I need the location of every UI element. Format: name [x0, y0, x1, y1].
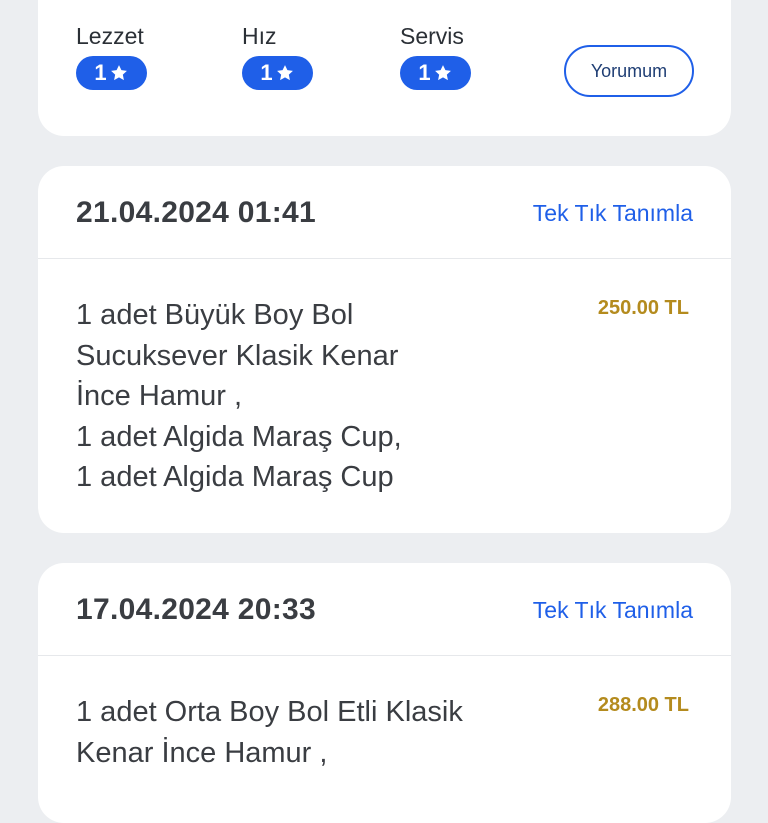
rating-label: Lezzet: [76, 23, 144, 49]
order-price: 288.00 TL: [597, 694, 689, 716]
order-datetime: 17.04.2024 20:33: [76, 593, 317, 626]
order-card: 17.04.2024 20:33 Tek Tık Tanımla 1 adet …: [38, 563, 731, 823]
order-card: 21.04.2024 01:41 Tek Tık Tanımla 1 adet …: [38, 166, 731, 533]
order-items: 1 adet Büyük Boy Bol Sucuksever Klasik K…: [76, 295, 476, 498]
rating-label: Hız: [242, 23, 277, 49]
order-body: 1 adet Büyük Boy Bol Sucuksever Klasik K…: [38, 259, 731, 498]
star-icon: [434, 65, 451, 81]
order-line: 1 adet Algida Maraş Cup: [76, 461, 394, 493]
rating-taste: Lezzet 1: [76, 22, 147, 90]
order-line: İnce Hamur ,: [76, 380, 242, 412]
rating-service: Servis 1: [400, 22, 471, 90]
order-header: 21.04.2024 01:41 Tek Tık Tanımla: [38, 166, 731, 259]
rating-badge: 1: [242, 56, 313, 90]
rating-badge: 1: [400, 56, 471, 90]
rating-badge: 1: [76, 56, 147, 90]
rating-card: Lezzet 1 Hız 1 Servis 1 Yorumum: [38, 0, 731, 136]
rating-label: Servis: [400, 23, 464, 49]
order-line: Sucuksever Klasik Kenar: [76, 339, 399, 372]
order-body: 1 adet Orta Boy Bol Etli Klasik Kenar İn…: [38, 656, 731, 773]
rating-value: 1: [94, 60, 107, 85]
rating-value: 1: [260, 60, 273, 85]
rating-value: 1: [418, 60, 431, 85]
order-line: Kenar İnce Hamur ,: [76, 736, 328, 769]
order-header: 17.04.2024 20:33 Tek Tık Tanımla: [38, 563, 731, 656]
order-items: 1 adet Orta Boy Bol Etli Klasik Kenar İn…: [76, 692, 476, 773]
order-price: 250.00 TL: [597, 297, 689, 319]
order-line: 1 adet Orta Boy Bol Etli Klasik: [76, 696, 463, 728]
order-line: 1 adet Büyük Boy Bol: [76, 299, 354, 331]
order-line: 1 adet Algida Maraş Cup,: [76, 420, 402, 453]
one-click-define-link[interactable]: Tek Tık Tanımla: [533, 200, 693, 227]
one-click-define-link[interactable]: Tek Tık Tanımla: [533, 597, 693, 624]
my-review-button[interactable]: Yorumum: [564, 45, 694, 97]
rating-speed: Hız 1: [242, 22, 313, 90]
star-icon: [110, 65, 127, 81]
star-icon: [276, 65, 293, 81]
order-datetime: 21.04.2024 01:41: [76, 196, 317, 229]
